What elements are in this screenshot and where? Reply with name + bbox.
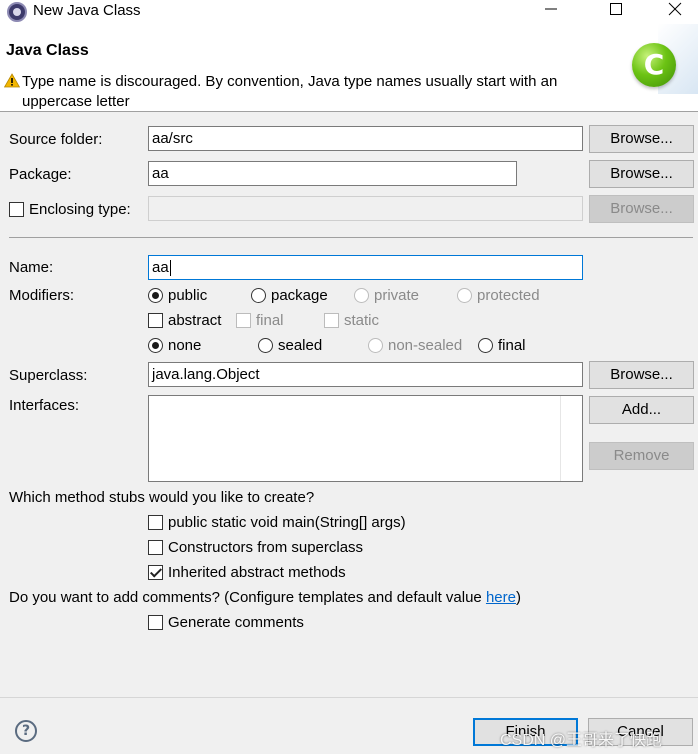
final-radio[interactable] xyxy=(478,338,493,353)
enclosing-type-label: Enclosing type: xyxy=(29,201,131,218)
inherited-methods-checkbox[interactable] xyxy=(148,565,163,580)
static-label: static xyxy=(344,312,380,329)
warning-icon xyxy=(4,73,20,88)
enclosing-type-checkbox[interactable] xyxy=(9,202,24,217)
minimize-icon[interactable] xyxy=(528,0,574,24)
protected-label: protected xyxy=(477,287,540,304)
package-input[interactable]: aa xyxy=(148,161,517,186)
package-browse-button[interactable]: Browse... xyxy=(589,160,694,188)
remove-interface-button: Remove xyxy=(589,442,694,470)
wizard-footer: ? Finish Cancel CSDN @王哥来了快跑 xyxy=(0,697,698,754)
final-checkbox xyxy=(236,313,251,328)
constructors-label: Constructors from superclass xyxy=(168,539,364,556)
generate-comments-label: Generate comments xyxy=(168,614,304,631)
superclass-input[interactable]: java.lang.Object xyxy=(148,362,583,387)
private-radio xyxy=(354,288,369,303)
comments-question-suffix: ) xyxy=(515,589,521,606)
interfaces-label: Interfaces: xyxy=(9,397,80,414)
interfaces-list-scrollbar[interactable] xyxy=(560,396,582,481)
watermark: CSDN @王哥来了快跑 xyxy=(500,732,663,749)
final-radio-label: final xyxy=(498,337,526,354)
separator xyxy=(9,237,693,238)
name-label: Name: xyxy=(9,259,54,276)
none-label: none xyxy=(168,337,202,354)
name-input[interactable]: aa xyxy=(148,255,583,280)
package-modifier-label: package xyxy=(271,287,328,304)
non-sealed-radio xyxy=(368,338,383,353)
main-method-label: public static void main(String[] args) xyxy=(168,514,406,531)
java-class-badge-icon: C xyxy=(632,43,676,87)
abstract-label: abstract xyxy=(168,312,222,329)
name-value: aa xyxy=(152,259,169,276)
wizard-header: Java Class Type name is discouraged. By … xyxy=(0,24,698,112)
window-title: New Java Class xyxy=(33,2,141,19)
help-icon[interactable]: ? xyxy=(15,720,37,742)
interfaces-list[interactable] xyxy=(148,395,583,482)
enclosing-type-browse-button: Browse... xyxy=(589,195,694,223)
inherited-methods-label: Inherited abstract methods xyxy=(168,564,346,581)
modifiers-label: Modifiers: xyxy=(9,287,75,304)
warning-line-2: uppercase letter xyxy=(22,93,130,110)
package-radio[interactable] xyxy=(251,288,266,303)
sealed-radio[interactable] xyxy=(258,338,273,353)
enclosing-type-input xyxy=(148,196,583,221)
source-folder-input[interactable]: aa/src xyxy=(148,126,583,151)
comments-question-text: Do you want to add comments? (Configure … xyxy=(9,589,486,606)
constructors-checkbox[interactable] xyxy=(148,540,163,555)
warning-message: Type name is discouraged. By convention,… xyxy=(22,72,622,112)
main-method-checkbox[interactable] xyxy=(148,515,163,530)
source-folder-label: Source folder: xyxy=(9,131,103,148)
non-sealed-label: non-sealed xyxy=(388,337,463,354)
sealed-label: sealed xyxy=(278,337,323,354)
protected-radio xyxy=(457,288,472,303)
superclass-browse-button[interactable]: Browse... xyxy=(589,361,694,389)
close-icon[interactable] xyxy=(652,0,698,24)
method-stubs-question: Which method stubs would you like to cre… xyxy=(9,489,315,506)
eclipse-app-icon xyxy=(7,2,27,22)
public-radio[interactable] xyxy=(148,288,163,303)
abstract-checkbox[interactable] xyxy=(148,313,163,328)
templates-link[interactable]: here xyxy=(486,589,516,606)
comments-question: Do you want to add comments? (Configure … xyxy=(9,589,521,606)
final-label: final xyxy=(256,312,284,329)
add-interface-button[interactable]: Add... xyxy=(589,396,694,424)
package-label: Package: xyxy=(9,166,72,183)
static-checkbox xyxy=(324,313,339,328)
maximize-icon[interactable] xyxy=(593,0,639,24)
generate-comments-checkbox[interactable] xyxy=(148,615,163,630)
none-radio[interactable] xyxy=(148,338,163,353)
wizard-body: Source folder: aa/src Browse... Package:… xyxy=(0,112,698,698)
text-cursor xyxy=(169,260,171,277)
private-label: private xyxy=(374,287,420,304)
source-folder-browse-button[interactable]: Browse... xyxy=(589,125,694,153)
warning-line-1: Type name is discouraged. By convention,… xyxy=(22,73,558,90)
wizard-title: Java Class xyxy=(6,42,89,59)
title-bar: New Java Class xyxy=(0,0,698,24)
public-label: public xyxy=(168,287,208,304)
superclass-label: Superclass: xyxy=(9,367,88,384)
